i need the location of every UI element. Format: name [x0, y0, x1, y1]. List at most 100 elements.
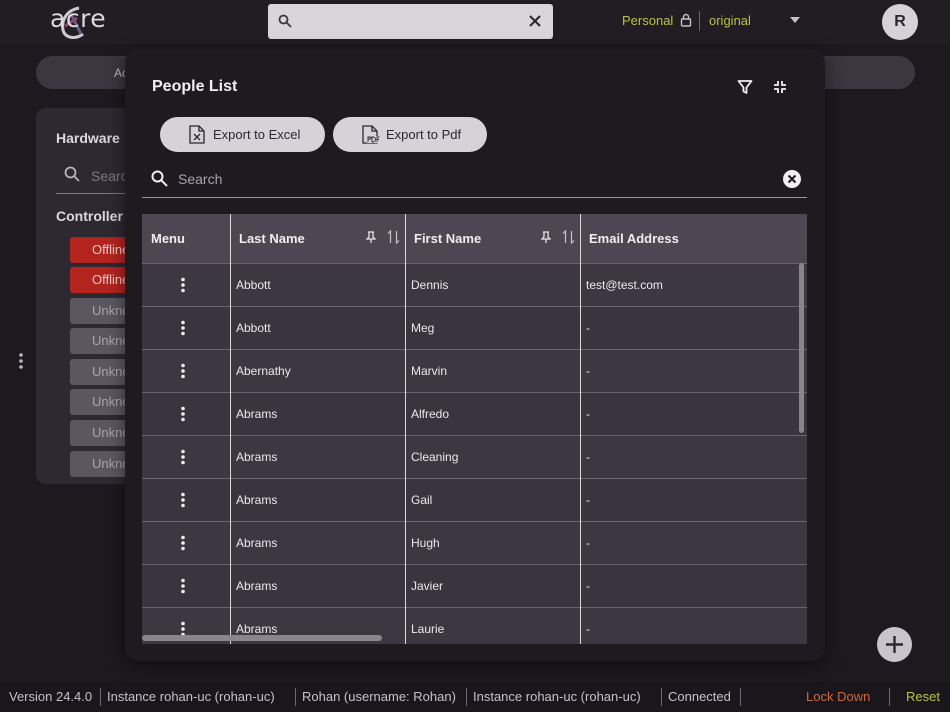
controllers-label: Controller: [56, 208, 123, 224]
first-name-cell: Javier: [411, 579, 444, 593]
vertical-scrollbar[interactable]: [799, 263, 804, 433]
pdf-file-icon: [362, 125, 380, 144]
column-header-label: Menu: [151, 231, 185, 246]
last-name-cell: Abernathy: [236, 364, 291, 378]
last-name-cell: Abrams: [236, 450, 278, 464]
config-select[interactable]: original: [709, 13, 751, 28]
last-name-cell: Abbott: [236, 321, 271, 335]
last-name-cell: Abrams: [236, 407, 278, 421]
table-row[interactable]: Abbott Meg -: [142, 306, 807, 349]
table-row[interactable]: Abrams Alfredo -: [142, 392, 807, 435]
table-row[interactable]: Abrams Cleaning -: [142, 435, 807, 478]
collapse-icon[interactable]: [773, 80, 787, 94]
table-row[interactable]: Abernathy Marvin -: [142, 349, 807, 392]
more-vertical-icon[interactable]: [18, 352, 24, 370]
column-header-label: Email Address: [589, 231, 679, 246]
divider: [295, 688, 296, 706]
row-menu-icon[interactable]: [180, 535, 186, 551]
version-text: Version 24.4.0: [9, 689, 93, 704]
column-header-last-name[interactable]: Last Name: [230, 214, 405, 263]
search-icon: [64, 166, 80, 182]
status-bar: Version 24.4.0 Instance rohan-uc (rohan-…: [0, 682, 950, 712]
row-menu-icon[interactable]: [180, 406, 186, 422]
first-name-cell: Marvin: [411, 364, 448, 378]
table-row[interactable]: Abrams Gail -: [142, 478, 807, 521]
last-name-cell: Abbott: [236, 278, 271, 292]
logo-text: acre: [50, 4, 107, 33]
sort-icon[interactable]: [562, 230, 575, 244]
search-icon: [278, 14, 292, 28]
first-name-cell: Hugh: [411, 536, 440, 550]
connection-status: Connected: [668, 689, 731, 704]
plus-icon: [886, 636, 903, 653]
row-menu-icon[interactable]: [180, 320, 186, 336]
divider: [699, 11, 700, 31]
first-name-cell: Dennis: [411, 278, 449, 292]
row-menu-icon[interactable]: [180, 449, 186, 465]
export-to-excel-button[interactable]: Export to Excel: [160, 117, 325, 152]
first-name-cell: Meg: [411, 321, 435, 335]
last-name-cell: Abrams: [236, 493, 278, 507]
first-name-cell: Alfredo: [411, 407, 450, 421]
email-cell: -: [586, 579, 590, 593]
horizontal-scrollbar[interactable]: [142, 635, 382, 641]
email-cell: -: [586, 493, 590, 507]
table-row[interactable]: Abbott Dennis test@test.com: [142, 263, 807, 306]
column-header-first-name[interactable]: First Name: [405, 214, 580, 263]
filter-icon[interactable]: [737, 79, 753, 95]
column-header-label: First Name: [414, 231, 482, 246]
instance-text: Instance rohan-uc (rohan-uc): [473, 689, 641, 704]
column-divider: [405, 214, 406, 644]
last-name-cell: Abrams: [236, 579, 278, 593]
people-search-input[interactable]: Search: [142, 162, 807, 198]
column-divider: [230, 214, 231, 644]
add-button[interactable]: [877, 627, 912, 662]
lock-icon: [680, 13, 692, 27]
divider: [661, 688, 662, 706]
pin-icon[interactable]: [366, 231, 376, 244]
column-header-label: Last Name: [239, 231, 305, 246]
email-cell: -: [586, 321, 590, 335]
divider: [740, 688, 741, 706]
sort-icon[interactable]: [387, 230, 400, 244]
email-cell: -: [586, 407, 590, 421]
table-row[interactable]: Abrams Hugh -: [142, 521, 807, 564]
table-row[interactable]: Abrams Javier -: [142, 564, 807, 607]
dialog-title: People List: [152, 78, 238, 95]
people-list-dialog: People List Export to Excel Export to Pd…: [125, 49, 825, 661]
divider: [889, 688, 890, 706]
divider: [466, 688, 467, 706]
top-bar: acre Personal original R: [0, 0, 950, 44]
pin-icon[interactable]: [541, 231, 551, 244]
instance-text: Instance rohan-uc (rohan-uc): [107, 689, 275, 704]
avatar[interactable]: R: [882, 4, 918, 40]
email-cell: -: [586, 450, 590, 464]
clear-search-icon[interactable]: [782, 169, 802, 189]
chevron-down-icon[interactable]: [789, 16, 801, 24]
column-header-menu[interactable]: Menu: [142, 214, 230, 263]
column-divider: [580, 214, 581, 644]
email-cell: -: [586, 622, 590, 636]
excel-file-icon: [189, 125, 205, 144]
hardware-title: Hardware: [56, 130, 120, 146]
email-cell: -: [586, 364, 590, 378]
row-menu-icon[interactable]: [180, 277, 186, 293]
user-text: Rohan (username: Rohan): [302, 689, 456, 704]
table-header: Menu Last Name First Name Email Address: [142, 214, 807, 263]
row-menu-icon[interactable]: [180, 492, 186, 508]
column-header-email[interactable]: Email Address: [580, 214, 807, 263]
clear-search-icon[interactable]: [527, 13, 543, 29]
global-search-input[interactable]: [268, 4, 553, 39]
search-placeholder: Search: [178, 171, 223, 187]
row-menu-icon[interactable]: [180, 578, 186, 594]
reset-button[interactable]: Reset: [906, 689, 940, 704]
email-cell: -: [586, 536, 590, 550]
last-name-cell: Abrams: [236, 622, 278, 636]
first-name-cell: Laurie: [411, 622, 445, 636]
lock-down-button[interactable]: Lock Down: [806, 689, 870, 704]
row-menu-icon[interactable]: [180, 363, 186, 379]
search-icon: [151, 170, 168, 187]
email-cell: test@test.com: [586, 278, 663, 292]
workspace-label[interactable]: Personal: [622, 13, 673, 28]
export-to-pdf-button[interactable]: Export to Pdf: [333, 117, 487, 152]
